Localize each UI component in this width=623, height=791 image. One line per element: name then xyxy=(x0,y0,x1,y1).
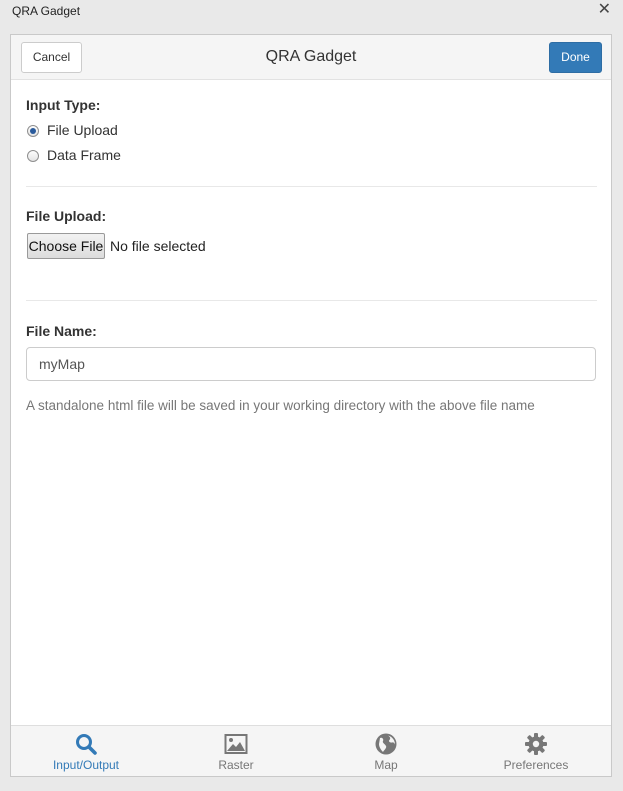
tab-preferences[interactable]: Preferences xyxy=(461,726,611,777)
tab-bar: Input/Output Raster Map Preferences xyxy=(11,725,611,776)
divider xyxy=(26,300,597,301)
radio-button[interactable] xyxy=(27,150,39,162)
tab-label: Preferences xyxy=(503,758,569,772)
radio-label: Data Frame xyxy=(47,147,121,163)
radio-button-selected[interactable] xyxy=(27,125,39,137)
globe-icon xyxy=(375,733,397,755)
input-type-label: Input Type: xyxy=(26,97,101,113)
file-status-text: No file selected xyxy=(110,238,206,254)
divider xyxy=(26,186,597,187)
page-title: QRA Gadget xyxy=(265,48,357,65)
choose-file-button[interactable]: Choose File xyxy=(27,233,105,259)
tab-label: Input/Output xyxy=(52,758,120,772)
search-icon xyxy=(76,734,97,755)
file-upload-label: File Upload: xyxy=(26,208,107,224)
gadget-header: Cancel QRA Gadget Done xyxy=(11,35,611,80)
tab-map[interactable]: Map xyxy=(311,726,461,777)
image-icon xyxy=(224,734,248,754)
done-button[interactable]: Done xyxy=(549,42,602,73)
close-icon[interactable]: ✕ xyxy=(598,1,611,19)
help-text: A standalone html file will be saved in … xyxy=(26,398,535,413)
tab-label: Raster xyxy=(218,758,254,772)
tab-raster[interactable]: Raster xyxy=(161,726,311,777)
gear-icon xyxy=(525,733,547,755)
tab-label: Map xyxy=(374,758,398,772)
file-name-label: File Name: xyxy=(26,323,97,339)
window-title: QRA Gadget xyxy=(12,4,81,18)
file-name-input[interactable]: myMap xyxy=(26,347,596,381)
gadget-panel: Cancel QRA Gadget Done Input Type: File … xyxy=(10,34,612,777)
tab-input-output[interactable]: Input/Output xyxy=(11,726,161,777)
radio-label: File Upload xyxy=(47,122,118,138)
window-titlebar: QRA Gadget ✕ xyxy=(0,0,623,22)
